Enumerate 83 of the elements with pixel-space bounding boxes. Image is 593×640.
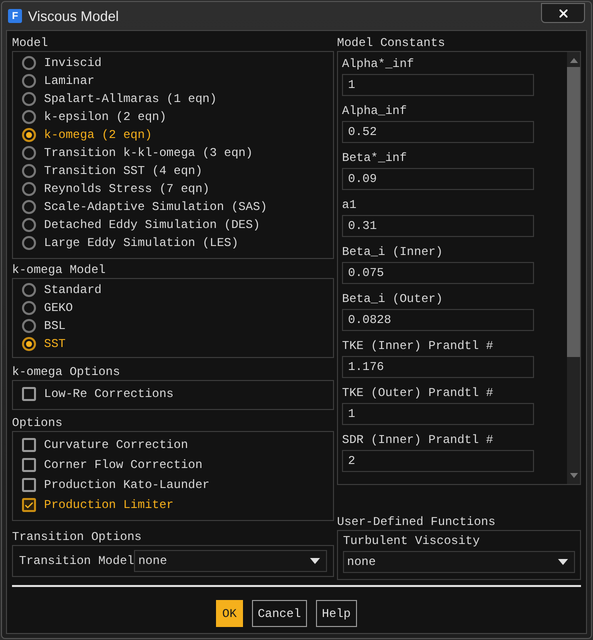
- radio-label: GEKO: [44, 300, 73, 317]
- constant-field[interactable]: 0.09: [342, 168, 534, 190]
- radio-button[interactable]: [22, 128, 36, 142]
- radio-label: Large Eddy Simulation (LES): [44, 235, 238, 252]
- dropdown[interactable]: none: [134, 550, 327, 572]
- radio-button[interactable]: [22, 218, 36, 232]
- constant-label: a1: [342, 197, 358, 214]
- group-label: Options: [12, 415, 64, 431]
- window-title: Viscous Model: [28, 6, 119, 26]
- checkbox[interactable]: [22, 458, 36, 472]
- scrollbar-thumb[interactable]: [567, 67, 580, 357]
- radio-label: k-epsilon (2 eqn): [44, 109, 166, 126]
- radio-label: BSL: [44, 318, 66, 335]
- constant-field[interactable]: 1.176: [342, 356, 534, 378]
- checkbox-label: Low-Re Corrections: [44, 386, 174, 403]
- group-label: User-Defined Functions: [337, 514, 496, 530]
- constant-field[interactable]: 0.31: [342, 215, 534, 237]
- dialog-button[interactable]: Cancel: [252, 600, 307, 627]
- dropdown-arrow-icon: [310, 558, 320, 564]
- dialog-button[interactable]: OK: [216, 600, 243, 627]
- dialog-button[interactable]: Help: [316, 600, 357, 627]
- scroll-down-icon: [570, 473, 578, 478]
- radio-label: Scale-Adaptive Simulation (SAS): [44, 199, 268, 216]
- checkbox-label: Production Kato-Launder: [44, 477, 210, 494]
- group-label: Model: [12, 35, 50, 51]
- radio-button[interactable]: [22, 319, 36, 333]
- radio-button[interactable]: [22, 74, 36, 88]
- constant-field[interactable]: 0.0828: [342, 309, 534, 331]
- group-label: k-omega Model: [12, 262, 107, 278]
- radio-label: Laminar: [44, 73, 94, 90]
- field-label: Turbulent Viscosity: [343, 533, 481, 550]
- checkbox[interactable]: [22, 478, 36, 492]
- close-icon: [556, 6, 570, 20]
- radio-button[interactable]: [22, 301, 36, 315]
- scrollbar[interactable]: [567, 52, 580, 484]
- checkbox-label: Curvature Correction: [44, 437, 188, 454]
- radio-button[interactable]: [22, 56, 36, 70]
- constant-label: Alpha*_inf: [342, 56, 416, 73]
- radio-label: Inviscid: [44, 55, 102, 72]
- radio-label: Transition k-kl-omega (3 eqn): [44, 145, 253, 162]
- checkbox[interactable]: [22, 498, 36, 512]
- group-label: k-omega Options: [12, 364, 122, 380]
- checkbox[interactable]: [22, 438, 36, 452]
- checkbox-label: Corner Flow Correction: [44, 457, 202, 474]
- scroll-up-icon: [570, 58, 578, 63]
- radio-label: SST: [44, 336, 66, 353]
- radio-button[interactable]: [22, 337, 36, 351]
- radio-button[interactable]: [22, 236, 36, 250]
- dropdown[interactable]: none: [343, 551, 575, 573]
- field-label: Transition Model: [19, 553, 134, 570]
- app-logo-icon: F: [8, 9, 22, 23]
- constant-label: TKE (Inner) Prandtl #: [342, 338, 494, 355]
- radio-button[interactable]: [22, 200, 36, 214]
- constant-label: Beta*_inf: [342, 150, 408, 167]
- radio-label: Spalart-Allmaras (1 eqn): [44, 91, 217, 108]
- radio-button[interactable]: [22, 110, 36, 124]
- checkmark-icon: [24, 500, 34, 510]
- constant-label: Alpha_inf: [342, 103, 408, 120]
- radio-label: k-omega (2 eqn): [44, 127, 152, 144]
- radio-label: Reynolds Stress (7 eqn): [44, 181, 210, 198]
- radio-label: Transition SST (4 eqn): [44, 163, 202, 180]
- constant-field[interactable]: 0.075: [342, 262, 534, 284]
- checkbox-label: Production Limiter: [44, 497, 174, 514]
- radio-button[interactable]: [22, 164, 36, 178]
- radio-label: Detached Eddy Simulation (DES): [44, 217, 260, 234]
- radio-button[interactable]: [22, 146, 36, 160]
- constant-field[interactable]: 0.52: [342, 121, 534, 143]
- constant-label: Beta_i (Outer): [342, 291, 444, 308]
- radio-button[interactable]: [22, 283, 36, 297]
- checkbox[interactable]: [22, 387, 36, 401]
- close-button[interactable]: [541, 3, 585, 23]
- dropdown-arrow-icon: [558, 559, 568, 565]
- radio-label: Standard: [44, 282, 102, 299]
- constant-field[interactable]: 2: [342, 450, 534, 472]
- group-label: Model Constants: [337, 35, 446, 51]
- constant-field[interactable]: 1: [342, 403, 534, 425]
- constant-label: Beta_i (Inner): [342, 244, 444, 261]
- constant-label: SDR (Inner) Prandtl #: [342, 432, 494, 449]
- constant-field[interactable]: 1: [342, 74, 534, 96]
- radio-button[interactable]: [22, 182, 36, 196]
- group-label: Transition Options: [12, 529, 143, 545]
- constant-label: TKE (Outer) Prandtl #: [342, 385, 494, 402]
- radio-button[interactable]: [22, 92, 36, 106]
